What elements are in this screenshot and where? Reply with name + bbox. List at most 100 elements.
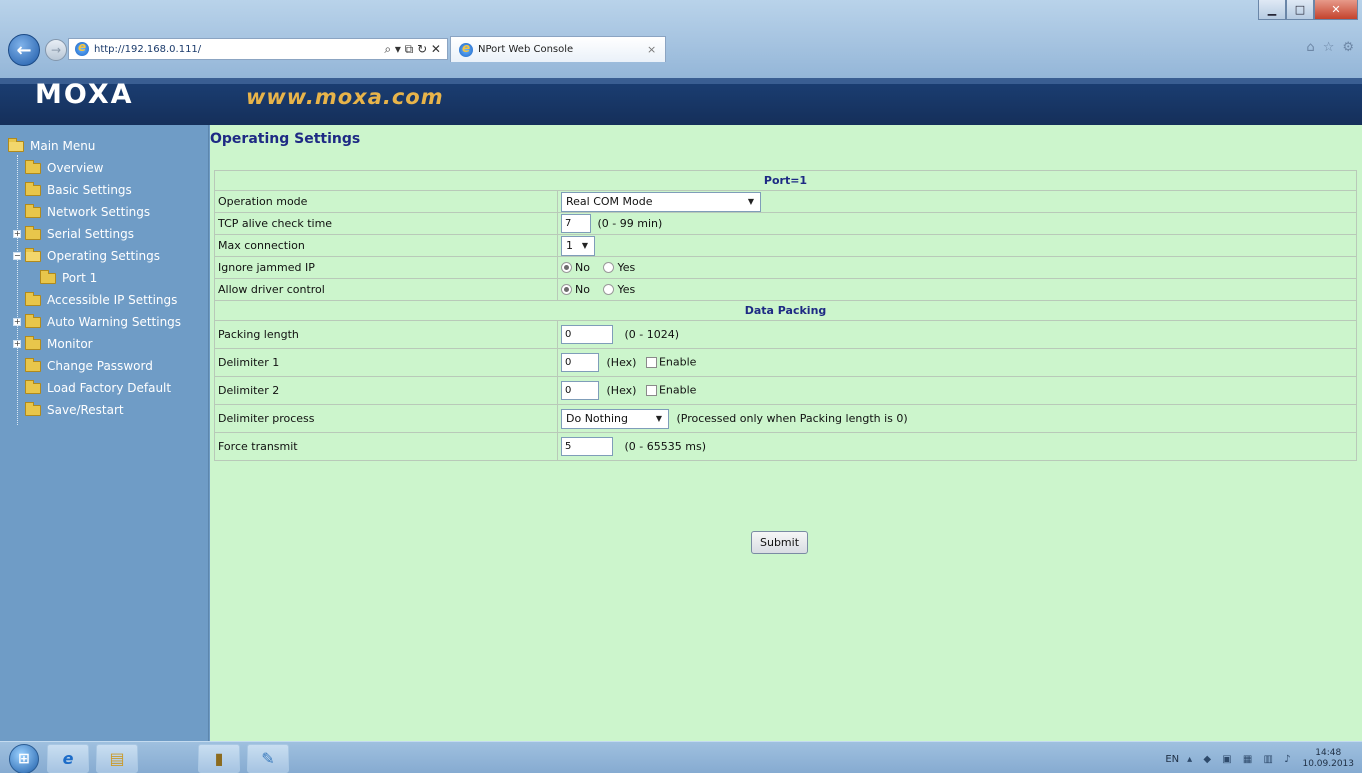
sidebar-item-label: Save/Restart	[47, 403, 124, 417]
expand-plus-icon[interactable]: +	[13, 340, 21, 348]
arrow-left-icon: ←	[16, 39, 32, 61]
folder-icon	[40, 269, 56, 284]
operation-mode-select[interactable]: Real COM Mode ▼	[561, 191, 761, 212]
sidebar-item-change-password[interactable]: Change Password	[0, 355, 208, 377]
operation-mode-cell: Real COM Mode ▼	[557, 190, 1357, 213]
maximize-button[interactable]: □	[1286, 0, 1314, 20]
submit-button[interactable]: Submit	[751, 531, 809, 554]
banner-strip	[0, 78, 1362, 84]
folder-icon	[25, 203, 41, 218]
max-connection-select[interactable]: 1 ▼	[561, 235, 595, 256]
ie-favicon-icon	[75, 40, 89, 56]
tcp-alive-label: TCP alive check time	[214, 212, 558, 235]
delimiter2-enable-checkbox[interactable]	[645, 385, 657, 396]
taskbar-explorer-button[interactable]: ▤	[96, 744, 138, 773]
sidebar-item-port-1[interactable]: Port 1	[0, 267, 208, 289]
delimiter-process-label: Delimiter process	[214, 404, 558, 433]
forward-button[interactable]: →	[45, 39, 67, 61]
sidebar-item-accessible-ip[interactable]: Accessible IP Settings	[0, 289, 208, 311]
dropdown-arrow-icon: ▼	[581, 241, 588, 250]
expand-plus-icon[interactable]: +	[13, 230, 21, 238]
minimize-button[interactable]: ▁	[1258, 0, 1286, 20]
sidebar-item-serial-settings[interactable]: + Serial Settings	[0, 223, 208, 245]
address-url[interactable]: http://192.168.0.111/	[94, 44, 384, 55]
sidebar: Main Menu Overview Basic Settings Networ…	[0, 125, 209, 741]
allow-driver-no-label: No	[575, 283, 590, 297]
moxa-banner	[0, 78, 1362, 125]
tab-nport-web-console[interactable]: NPort Web Console ×	[450, 36, 666, 62]
ignore-jammed-yes-label: Yes	[617, 261, 636, 275]
window-controls: ▁ □ ✕	[1258, 0, 1358, 20]
folder-icon	[25, 313, 41, 328]
sidebar-item-label: Change Password	[47, 359, 153, 373]
gear-icon[interactable]: ⚙	[1342, 40, 1354, 55]
sidebar-item-operating-settings[interactable]: − Operating Settings	[0, 245, 208, 267]
ignore-jammed-no-label: No	[575, 261, 590, 275]
packing-length-input[interactable]: 0	[561, 325, 613, 344]
folder-icon	[25, 357, 41, 372]
browser-toolbar-icons: ⌂ ☆ ⚙	[1306, 40, 1354, 55]
expand-plus-icon[interactable]: +	[13, 318, 21, 326]
delimiter2-input[interactable]: 0	[561, 381, 599, 400]
delimiter2-label: Delimiter 2	[214, 376, 558, 405]
close-window-button[interactable]: ✕	[1314, 0, 1358, 20]
force-transmit-input[interactable]: 5	[561, 437, 613, 456]
taskbar: ⊞ e ▤ ▮ ✎ EN ▴ ◆ ▣ ▦ ▥ ♪ 14:48 10.09.201…	[0, 741, 1362, 773]
sidebar-item-load-factory-default[interactable]: Load Factory Default	[0, 377, 208, 399]
sidebar-root-label: Main Menu	[30, 139, 96, 153]
sidebar-item-label: Basic Settings	[47, 183, 132, 197]
packing-length-hint: (0 - 1024)	[624, 327, 680, 341]
moxa-logo: MOXA	[35, 79, 134, 110]
operating-settings-table: Port=1 Operation mode Real COM Mode ▼ TC…	[214, 170, 1357, 461]
folder-icon	[25, 335, 41, 350]
sidebar-item-monitor[interactable]: + Monitor	[0, 333, 208, 355]
sidebar-item-save-restart[interactable]: Save/Restart	[0, 399, 208, 421]
allow-driver-label: Allow driver control	[214, 278, 558, 301]
ignore-jammed-yes-radio[interactable]	[603, 262, 615, 274]
file-explorer-icon: ▤	[109, 749, 125, 768]
taskbar-paint-button[interactable]: ✎	[247, 744, 289, 773]
clock[interactable]: 14:48 10.09.2013	[1302, 748, 1354, 770]
delimiter1-hex-label: (Hex)	[606, 355, 637, 369]
force-transmit-label: Force transmit	[214, 432, 558, 461]
delimiter-process-select[interactable]: Do Nothing ▼	[561, 408, 669, 429]
taskbar-app-button[interactable]: ▮	[198, 744, 240, 773]
port-header: Port=1	[214, 170, 1357, 191]
sidebar-item-auto-warning[interactable]: + Auto Warning Settings	[0, 311, 208, 333]
start-button[interactable]: ⊞	[9, 744, 39, 773]
tray-icons[interactable]: ▴ ◆ ▣ ▦ ▥ ♪	[1187, 754, 1294, 765]
allow-driver-no-radio[interactable]	[561, 284, 572, 296]
sidebar-item-network-settings[interactable]: Network Settings	[0, 201, 208, 223]
delimiter-process-value: Do Nothing	[566, 412, 628, 425]
delimiter2-cell: 0 (Hex) Enable	[557, 376, 1357, 405]
clock-time: 14:48	[1315, 748, 1342, 758]
sidebar-item-basic-settings[interactable]: Basic Settings	[0, 179, 208, 201]
allow-driver-yes-radio[interactable]	[603, 284, 615, 296]
tab-close-icon[interactable]: ×	[647, 43, 665, 56]
back-button[interactable]: ←	[8, 34, 40, 66]
ie-favicon-icon	[459, 41, 473, 57]
language-indicator[interactable]: EN	[1165, 754, 1179, 765]
internet-explorer-icon: e	[62, 749, 74, 768]
sidebar-root-main-menu[interactable]: Main Menu	[0, 135, 208, 157]
address-tools[interactable]: ⌕ ▾ ⧉ ↻ ✕	[384, 42, 447, 57]
allow-driver-cell: No Yes	[557, 278, 1357, 301]
ignore-jammed-no-radio[interactable]	[561, 262, 572, 274]
operation-mode-value: Real COM Mode	[566, 195, 653, 208]
delimiter2-hex-label: (Hex)	[606, 383, 637, 397]
address-bar[interactable]: http://192.168.0.111/ ⌕ ▾ ⧉ ↻ ✕	[68, 38, 448, 60]
delimiter2-enable-label: Enable	[658, 383, 697, 397]
tcp-alive-input[interactable]: 7	[561, 214, 591, 233]
folder-icon	[25, 379, 41, 394]
home-icon[interactable]: ⌂	[1306, 40, 1314, 55]
favorites-star-icon[interactable]: ☆	[1323, 40, 1335, 55]
taskbar-ie-button[interactable]: e	[47, 744, 89, 773]
sidebar-item-label: Network Settings	[47, 205, 151, 219]
sidebar-item-overview[interactable]: Overview	[0, 157, 208, 179]
sidebar-item-label: Auto Warning Settings	[47, 315, 182, 329]
folder-open-icon	[8, 137, 24, 152]
delimiter1-input[interactable]: 0	[561, 353, 599, 372]
delimiter-process-hint: (Processed only when Packing length is 0…	[676, 411, 908, 425]
collapse-minus-icon[interactable]: −	[13, 252, 21, 260]
delimiter1-enable-checkbox[interactable]	[645, 357, 657, 368]
